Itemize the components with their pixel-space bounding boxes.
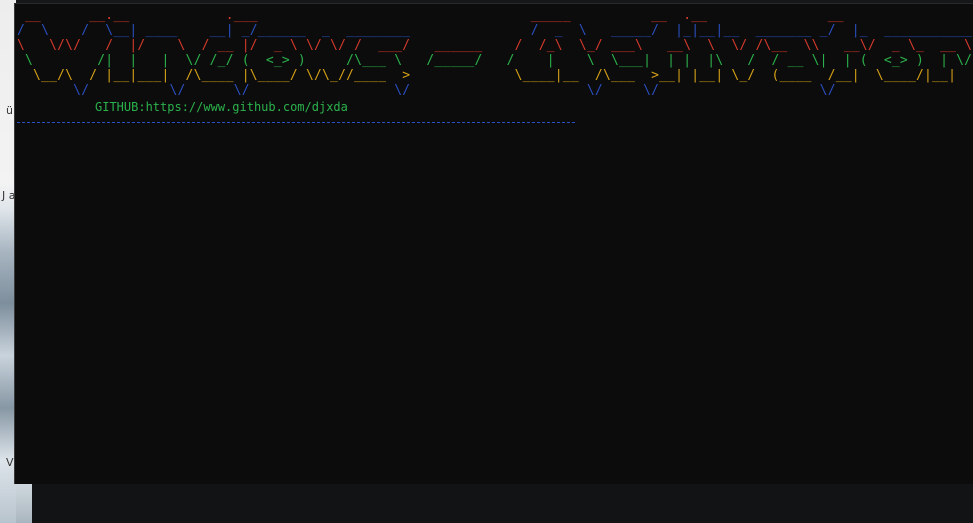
ascii-line-text: \__/\ / |__|___| /\____ |\____/ \/\_//__… xyxy=(17,68,973,83)
background-text-fragment: V xyxy=(6,456,14,469)
ascii-line-text: \ /| | | \/ /_/ ( <_> ) /\___ \ /_____/ … xyxy=(17,53,973,68)
console-window[interactable]: __ __.__ .___ _____ __ .__ __ / \ / \__|… xyxy=(14,3,973,484)
ascii-line: \__/\ / |__|___| /\____ |\____/ \/\_//__… xyxy=(17,68,973,83)
taskbar-area xyxy=(16,484,973,523)
desktop: ü J a V __ __.__ .___ _____ __ .__ __ / … xyxy=(0,0,973,523)
ascii-line: __ __.__ .___ _____ __ .__ __ xyxy=(17,8,972,23)
ascii-line: \/ \/ \/ \/ \/ \/ \/ xyxy=(17,83,973,98)
wallpaper-fragment xyxy=(16,484,32,523)
dashed-divider xyxy=(17,122,575,123)
ascii-line: \ \/\/ / |/ \ / __ |/ _ \ \/ \/ / ___/ _… xyxy=(17,38,972,53)
ascii-line-text: \/ \/ \/ \/ \/ \/ \/ xyxy=(17,83,973,98)
ascii-line-text: \ \/\/ / |/ \ / __ |/ _ \ \/ \/ / ___/ _… xyxy=(17,38,973,53)
ascii-banner: __ __.__ .___ _____ __ .__ __ / \ / \__|… xyxy=(15,8,973,104)
background-text-fragment: ü xyxy=(6,104,13,117)
ascii-line-text: / \ / \__| ____ __| _/______ _ ________ … xyxy=(17,23,973,38)
ascii-line: / \ / \__| ____ __| _/______ _ ________ … xyxy=(17,23,973,38)
github-url-text: GITHUB:https://www.github.com/djxda xyxy=(95,100,348,114)
ascii-line-text: __ __.__ .___ _____ __ .__ __ xyxy=(17,8,973,23)
ascii-line: \ /| | | \/ /_/ ( <_> ) /\___ \ /_____/ … xyxy=(17,53,972,68)
